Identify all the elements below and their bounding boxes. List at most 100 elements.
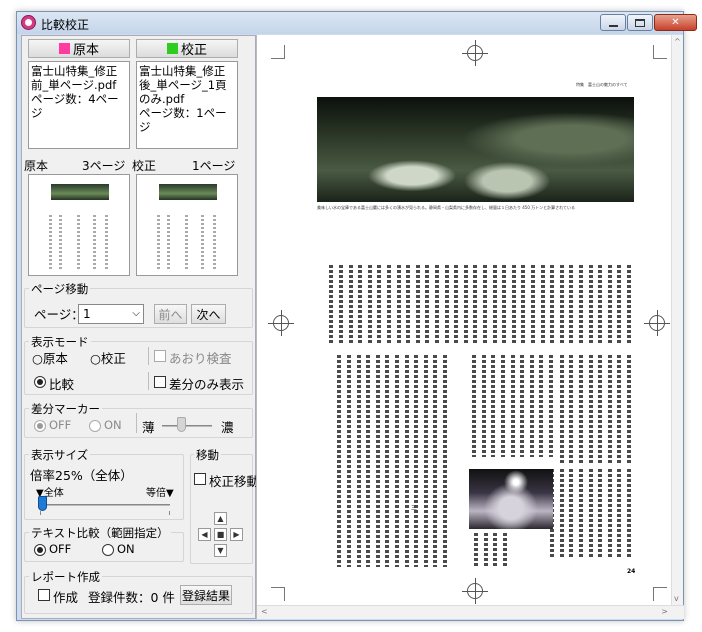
text-column <box>607 469 612 559</box>
move-center-button[interactable]: ■ <box>214 528 227 541</box>
maximize-button[interactable] <box>627 14 653 31</box>
registered-count: 登録件数：0 件 <box>88 590 175 605</box>
text-column <box>387 265 391 343</box>
text-column <box>569 469 574 559</box>
text-compare-off-radio[interactable] <box>34 544 46 556</box>
app-icon <box>21 15 36 30</box>
minimize-icon <box>608 24 618 27</box>
text-column <box>569 355 574 463</box>
thumbnail-text-column <box>201 215 204 269</box>
proof-move-checkbox[interactable] <box>194 473 206 485</box>
proof-color-swatch <box>166 43 178 54</box>
maximize-icon <box>635 18 645 27</box>
radio-original-label[interactable]: ○原本 <box>32 348 68 367</box>
text-compare-on-radio[interactable] <box>102 544 114 556</box>
text-column <box>358 265 363 343</box>
text-column <box>483 533 488 567</box>
diff-marker-off-radio[interactable] <box>34 420 46 432</box>
text-column <box>385 355 390 567</box>
scroll-down-icon[interactable]: v <box>674 594 679 603</box>
zoom-slider-thumb[interactable] <box>38 496 48 511</box>
secondary-photo <box>469 469 553 529</box>
page-number: 24 <box>627 568 636 575</box>
text-column <box>375 355 380 567</box>
text-column <box>367 265 372 343</box>
move-up-button[interactable]: ▲ <box>214 512 227 525</box>
aori-checkbox[interactable] <box>154 350 166 362</box>
thumbnail-text-column <box>213 215 216 269</box>
text-column <box>473 265 478 343</box>
text-column <box>348 265 353 343</box>
radio-compare-label: 比較 <box>49 377 75 392</box>
crop-mark <box>653 587 667 601</box>
diff-only-checkbox[interactable] <box>154 376 166 388</box>
thumbnail-text-column <box>157 215 160 269</box>
page-preview: 特集 富士山の魅力のすべて 美味しい水の宝庫である富士山麓には多くの湧水が見られ… <box>268 40 670 604</box>
original-header[interactable]: 原本 <box>28 39 130 58</box>
proof-thumbnail[interactable] <box>136 174 238 276</box>
crop-mark <box>271 45 285 59</box>
text-column <box>454 265 459 343</box>
control-panel: 原本 校正 富士山特集_修正前_単ページ.pdf ページ数：4ページ 富士山特集… <box>21 35 259 619</box>
text-column <box>472 355 477 457</box>
thumbnail-text-column <box>167 215 170 269</box>
text-column <box>588 265 593 343</box>
report-create-checkbox[interactable] <box>38 589 50 601</box>
diff-marker-slider-track[interactable] <box>162 425 212 427</box>
registration-mark <box>644 310 670 336</box>
diff-marker-on-radio[interactable] <box>89 420 101 432</box>
proof-file-info: 富士山特集_修正後_単ページ_1頁のみ.pdf ページ数：1ページ <box>136 61 238 149</box>
text-column <box>395 355 399 567</box>
text-column <box>377 265 382 343</box>
page-select[interactable]: 1 ⌵ <box>78 304 144 324</box>
original-color-swatch <box>58 43 70 54</box>
text-column <box>559 265 564 343</box>
original-page-count: 3ページ <box>82 159 126 173</box>
text-column <box>329 265 334 343</box>
text-column <box>627 355 631 463</box>
text-column <box>520 355 525 457</box>
move-left-button[interactable]: ◀ <box>198 528 211 541</box>
vertical-scrollbar[interactable]: ^ v <box>671 35 683 605</box>
thumbnail-photo <box>159 184 217 200</box>
text-column <box>588 469 593 559</box>
text-column <box>529 355 534 457</box>
registration-results-button[interactable]: 登録結果 <box>180 585 232 605</box>
document-viewer[interactable]: 特集 富士山の魅力のすべて 美味しい水の宝庫である富士山麓には多くの湧水が見られ… <box>256 35 684 619</box>
move-right-button[interactable]: ▶ <box>230 528 243 541</box>
scroll-right-icon[interactable]: > <box>661 607 668 616</box>
proof-header[interactable]: 校正 <box>136 39 238 58</box>
aori-label: あおり検査 <box>169 351 232 366</box>
horizontal-scrollbar[interactable]: < > <box>257 605 684 619</box>
thumbnail-text-column <box>59 215 62 269</box>
slider-tick <box>40 511 41 515</box>
original-thumbnail[interactable] <box>28 174 130 276</box>
down-arrow-icon: ▼ <box>217 546 224 555</box>
right-arrow-icon: ▶ <box>233 530 240 539</box>
text-column <box>396 265 401 343</box>
text-column <box>463 265 468 343</box>
text-column <box>617 355 622 463</box>
diff-marker-slider-thumb[interactable] <box>177 417 186 432</box>
text-column <box>443 355 447 567</box>
thumbnail-photo <box>51 184 109 200</box>
close-button[interactable]: ✕ <box>654 14 697 31</box>
text-column <box>579 469 583 559</box>
text-column <box>347 355 351 567</box>
proof-page-label: 校正 <box>132 159 157 173</box>
title-bar[interactable]: 比較校正 ✕ <box>17 12 697 34</box>
zoom-slider-track[interactable] <box>38 504 170 506</box>
minimize-button[interactable] <box>600 14 626 31</box>
move-down-button[interactable]: ▼ <box>214 544 227 557</box>
next-page-button[interactable]: 次へ <box>191 304 226 324</box>
text-column <box>503 533 507 567</box>
prev-page-button[interactable]: 前へ <box>154 304 187 324</box>
radio-compare[interactable] <box>34 376 46 388</box>
scroll-up-icon[interactable]: ^ <box>674 37 681 46</box>
slider-tick <box>169 511 170 515</box>
text-column <box>559 355 564 463</box>
text-column <box>598 265 603 343</box>
scroll-left-icon[interactable]: < <box>261 607 268 616</box>
page-select-value: 1 <box>83 307 91 321</box>
radio-proof-label[interactable]: ○校正 <box>90 348 126 367</box>
